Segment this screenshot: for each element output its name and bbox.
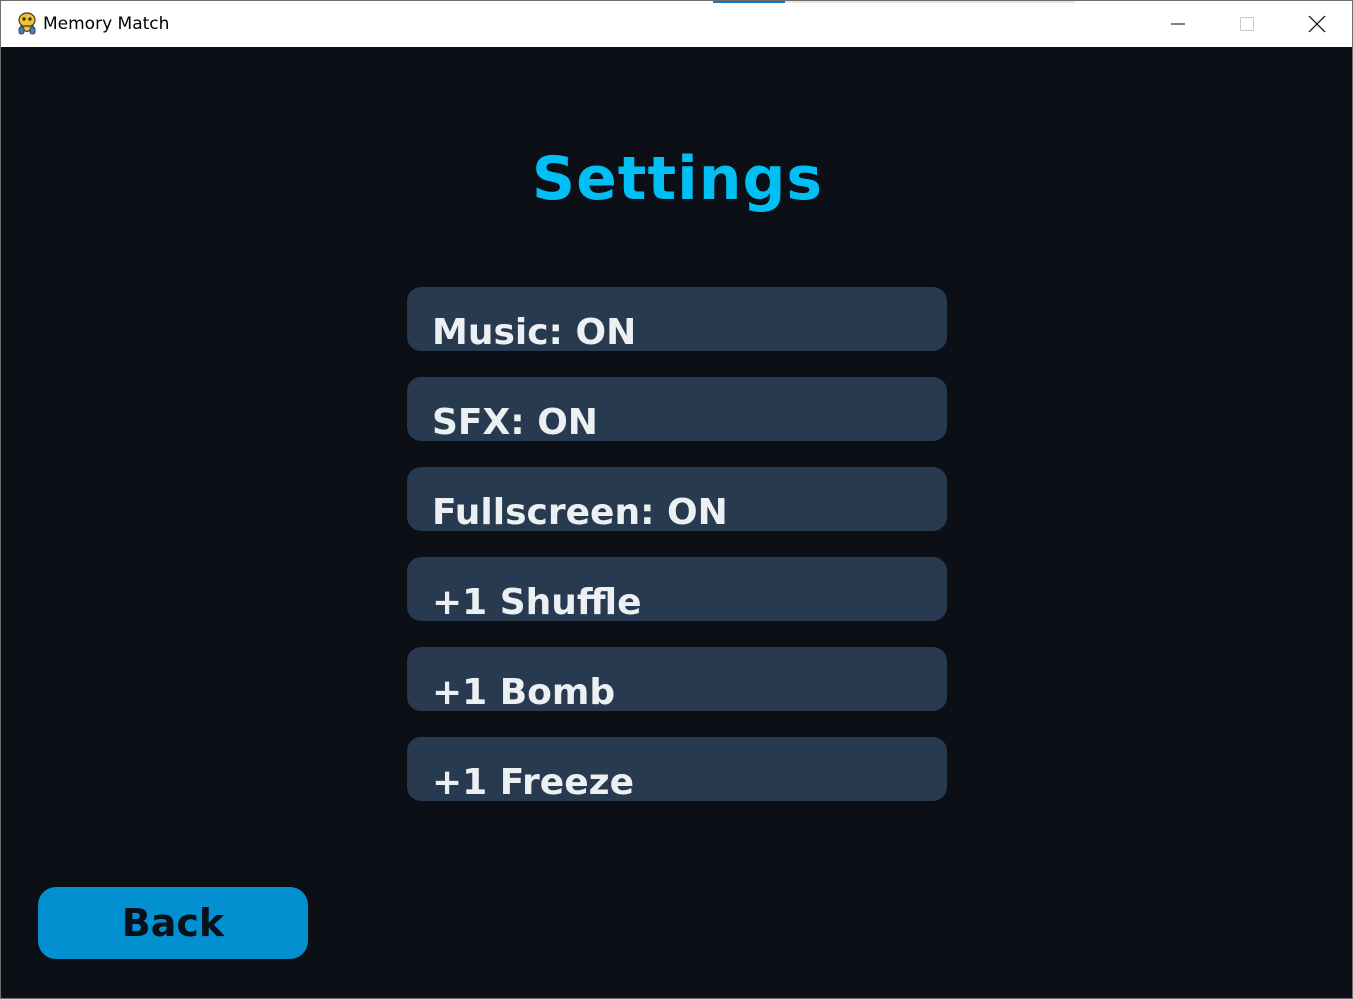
sfx-toggle-button[interactable]: SFX: ON bbox=[407, 377, 947, 441]
title-bar-accent bbox=[713, 1, 785, 3]
music-toggle-button[interactable]: Music: ON bbox=[407, 287, 947, 351]
back-button[interactable]: Back bbox=[38, 887, 308, 959]
window-title: Memory Match bbox=[43, 14, 170, 34]
music-toggle-label: Music: ON bbox=[432, 312, 637, 352]
fullscreen-toggle-button[interactable]: Fullscreen: ON bbox=[407, 467, 947, 531]
close-button[interactable] bbox=[1282, 1, 1352, 47]
close-icon bbox=[1308, 15, 1326, 33]
sfx-toggle-label: SFX: ON bbox=[432, 402, 598, 442]
add-bomb-button[interactable]: +1 Bomb bbox=[407, 647, 947, 711]
title-bar: Memory Match bbox=[1, 1, 1352, 47]
add-freeze-button[interactable]: +1 Freeze bbox=[407, 737, 947, 801]
title-bar-accent-secondary bbox=[785, 1, 1075, 3]
game-screen: Settings Music: ON SFX: ON Fullscreen: O… bbox=[1, 47, 1352, 998]
back-button-label: Back bbox=[121, 901, 225, 945]
minimize-button[interactable] bbox=[1143, 1, 1213, 47]
minimize-icon bbox=[1171, 23, 1185, 25]
add-bomb-label: +1 Bomb bbox=[432, 672, 616, 712]
page-title: Settings bbox=[531, 144, 824, 214]
app-window: Memory Match Settings Music: ON SFX: ON bbox=[0, 0, 1353, 999]
fullscreen-toggle-label: Fullscreen: ON bbox=[432, 492, 728, 532]
add-shuffle-label: +1 Shuffle bbox=[432, 582, 642, 622]
maximize-button[interactable] bbox=[1212, 1, 1282, 47]
maximize-icon bbox=[1240, 17, 1254, 31]
add-freeze-label: +1 Freeze bbox=[432, 762, 634, 802]
add-shuffle-button[interactable]: +1 Shuffle bbox=[407, 557, 947, 621]
python-icon bbox=[18, 12, 36, 35]
